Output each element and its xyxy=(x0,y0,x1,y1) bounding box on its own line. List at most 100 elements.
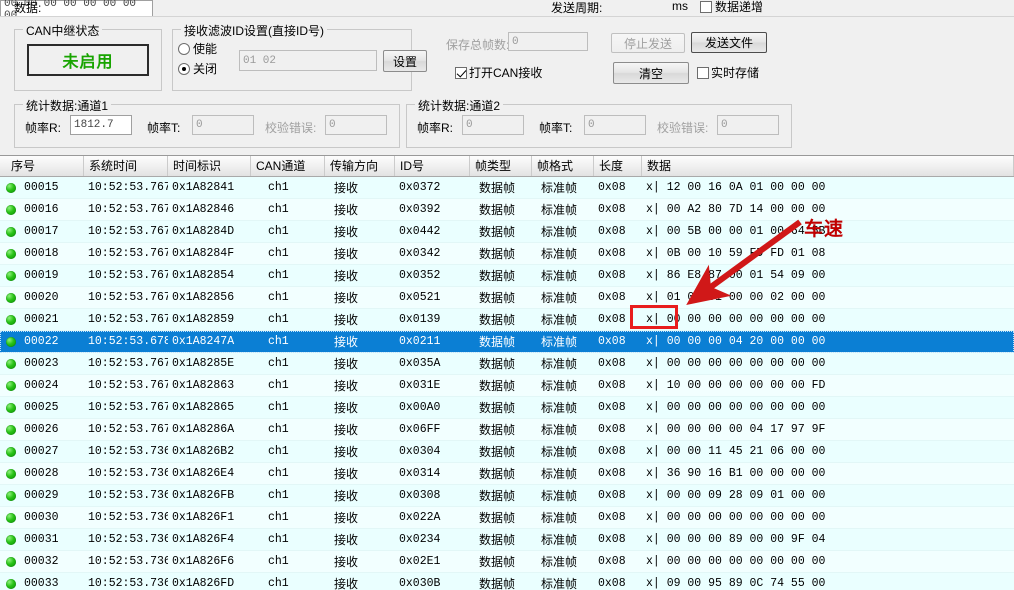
cell-systime: 10:52:53.736 xyxy=(88,511,168,524)
cell-id: 0x0314 xyxy=(399,467,441,480)
table-row[interactable]: 00019 10:52:53.767 0x1A82854 ch1 接收 0x0352 数据帧… xyxy=(0,265,1014,287)
cell-systime: 10:52:53.767 xyxy=(88,291,168,304)
cell-dir: 接收 xyxy=(334,467,359,481)
cell-fformat: 标准帧 xyxy=(541,181,578,195)
stop-send-button[interactable]: 停止发送 xyxy=(611,33,685,53)
cell-channel: ch1 xyxy=(268,225,289,238)
open-can-receive-checkbox[interactable]: 打开CAN接收 xyxy=(455,64,542,81)
cell-id: 0x00A0 xyxy=(399,401,441,414)
cell-seq: 00030 xyxy=(24,511,59,524)
cell-seq: 00023 xyxy=(24,357,59,370)
frame-status-led-icon xyxy=(6,227,16,237)
ch1-checksum-error-label: 校验错误: xyxy=(265,121,317,135)
cell-channel: ch1 xyxy=(268,489,289,502)
table-header-channel[interactable]: CAN通道 xyxy=(251,156,325,176)
cell-fformat: 标准帧 xyxy=(541,511,578,525)
table-row[interactable]: 00030 10:52:53.736 0x1A826F1 ch1 接收 0x022A 数据帧… xyxy=(0,507,1014,529)
table-header-ftype[interactable]: 帧类型 xyxy=(470,156,532,176)
table-header-len[interactable]: 长度 xyxy=(594,156,642,176)
table-row[interactable]: 00021 10:52:53.767 0x1A82859 ch1 接收 0x0139 数据帧… xyxy=(0,309,1014,331)
cell-channel: ch1 xyxy=(268,291,289,304)
cell-id: 0x035A xyxy=(399,357,441,370)
ch1-frame-rate-r-label: 帧率R: xyxy=(25,121,62,135)
cell-ftype: 数据帧 xyxy=(479,225,516,239)
filter-disable-radio[interactable]: 关闭 xyxy=(178,60,217,77)
realtime-store-checkbox[interactable]: 实时存储 xyxy=(697,64,759,81)
cell-tstamp: 0x1A826F1 xyxy=(172,511,235,524)
table-row[interactable]: 00027 10:52:53.736 0x1A826B2 ch1 接收 0x0304 数据帧… xyxy=(0,441,1014,463)
cell-data: x| 00 5B 00 00 01 00 64 5B xyxy=(646,225,826,238)
table-header-seq[interactable]: 序号 xyxy=(6,156,84,176)
table-row[interactable]: 00020 10:52:53.767 0x1A82856 ch1 接收 0x0521 数据帧… xyxy=(0,287,1014,309)
cell-fformat: 标准帧 xyxy=(541,269,578,283)
cell-id: 0x0139 xyxy=(399,313,441,326)
cell-ftype: 数据帧 xyxy=(479,511,516,525)
table-row[interactable]: 00016 10:52:53.767 0x1A82846 ch1 接收 0x0392 数据帧… xyxy=(0,199,1014,221)
cell-tstamp: 0x1A826F6 xyxy=(172,555,235,568)
cell-len: 0x08 xyxy=(598,225,626,238)
cell-len: 0x08 xyxy=(598,247,626,260)
frame-status-led-icon xyxy=(6,579,16,589)
table-header-data[interactable]: 数据 xyxy=(642,156,1014,176)
table-row[interactable]: 00029 10:52:53.736 0x1A826FB ch1 接收 0x0308 数据帧… xyxy=(0,485,1014,507)
cell-dir: 接收 xyxy=(334,313,359,327)
table-row[interactable]: 00028 10:52:53.736 0x1A826E4 ch1 接收 0x0314 数据帧… xyxy=(0,463,1014,485)
cell-tstamp: 0x1A826F4 xyxy=(172,533,235,546)
stats-channel2-caption: 统计数据:通道2 xyxy=(415,97,504,114)
cell-fformat: 标准帧 xyxy=(541,467,578,481)
data-increment-checkbox[interactable]: 数据递增 xyxy=(700,0,763,15)
table-row[interactable]: 00023 10:52:53.767 0x1A8285E ch1 接收 0x035A 数据帧… xyxy=(0,353,1014,375)
cell-ftype: 数据帧 xyxy=(479,533,516,547)
cell-tstamp: 0x1A8247A xyxy=(172,335,235,348)
table-row[interactable]: 00031 10:52:53.736 0x1A826F4 ch1 接收 0x0234 数据帧… xyxy=(0,529,1014,551)
cell-ftype: 数据帧 xyxy=(479,445,516,459)
cell-data: x| 00 00 00 00 00 00 00 00 xyxy=(646,401,826,414)
total-frames-value: 0 xyxy=(508,32,588,51)
cell-ftype: 数据帧 xyxy=(479,423,516,437)
send-file-button[interactable]: 发送文件 xyxy=(691,32,767,53)
frame-status-led-icon xyxy=(6,535,16,545)
filter-enable-radio[interactable]: 使能 xyxy=(178,40,217,57)
cell-tstamp: 0x1A8284F xyxy=(172,247,235,260)
table-row[interactable]: 00033 10:52:53.736 0x1A826FD ch1 接收 0x030B 数据帧… xyxy=(0,573,1014,590)
table-header-tstamp[interactable]: 时间标识 xyxy=(168,156,251,176)
table-row[interactable]: 00025 10:52:53.767 0x1A82865 ch1 接收 0x00A0 数据帧… xyxy=(0,397,1014,419)
table-row[interactable]: 00022 10:52:53.678 0x1A8247A ch1 接收 0x0211 数据帧… xyxy=(0,331,1014,353)
table-row[interactable]: 00015 10:52:53.767 0x1A82841 ch1 接收 0x0372 数据帧… xyxy=(0,177,1014,199)
table-header-systime[interactable]: 系统时间 xyxy=(84,156,168,176)
table-row[interactable]: 00018 10:52:53.767 0x1A8284F ch1 接收 0x0342 数据帧… xyxy=(0,243,1014,265)
table-header-id[interactable]: ID号 xyxy=(395,156,470,176)
cell-ftype: 数据帧 xyxy=(479,335,516,349)
table-row[interactable]: 00017 10:52:53.767 0x1A8284D ch1 接收 0x0442 数据帧… xyxy=(0,221,1014,243)
cell-len: 0x08 xyxy=(598,555,626,568)
table-header-dir[interactable]: 传输方向 xyxy=(325,156,395,176)
frame-status-led-icon xyxy=(6,271,16,281)
data-label: 数据: xyxy=(14,1,42,15)
receive-filter-id-caption: 接收滤波ID设置(直接ID号) xyxy=(181,22,327,39)
cell-id: 0x0442 xyxy=(399,225,441,238)
cell-tstamp: 0x1A82856 xyxy=(172,291,235,304)
cell-ftype: 数据帧 xyxy=(479,401,516,415)
cell-tstamp: 0x1A826B2 xyxy=(172,445,235,458)
clear-button[interactable]: 清空 xyxy=(613,62,689,84)
cell-dir: 接收 xyxy=(334,225,359,239)
cell-id: 0x031E xyxy=(399,379,441,392)
table-row[interactable]: 00024 10:52:53.767 0x1A82863 ch1 接收 0x031E 数据帧… xyxy=(0,375,1014,397)
cell-seq: 00015 xyxy=(24,181,59,194)
cell-dir: 接收 xyxy=(334,401,359,415)
cell-channel: ch1 xyxy=(268,401,289,414)
cell-fformat: 标准帧 xyxy=(541,555,578,569)
cell-systime: 10:52:53.736 xyxy=(88,489,168,502)
table-row[interactable]: 00032 10:52:53.736 0x1A826F6 ch1 接收 0x02E1 数据帧… xyxy=(0,551,1014,573)
cell-tstamp: 0x1A82841 xyxy=(172,181,235,194)
filter-set-button[interactable]: 设置 xyxy=(383,50,427,72)
table-header-fformat[interactable]: 帧格式 xyxy=(532,156,594,176)
open-can-receive-label: 打开CAN接收 xyxy=(469,66,543,80)
cell-channel: ch1 xyxy=(268,203,289,216)
cell-tstamp: 0x1A8284D xyxy=(172,225,235,238)
table-row[interactable]: 00026 10:52:53.767 0x1A8286A ch1 接收 0x06FF 数据帧… xyxy=(0,419,1014,441)
cell-systime: 10:52:53.767 xyxy=(88,269,168,282)
cell-systime: 10:52:53.767 xyxy=(88,247,168,260)
cell-dir: 接收 xyxy=(334,181,359,195)
filter-id-input[interactable]: 01 02 xyxy=(239,50,377,71)
